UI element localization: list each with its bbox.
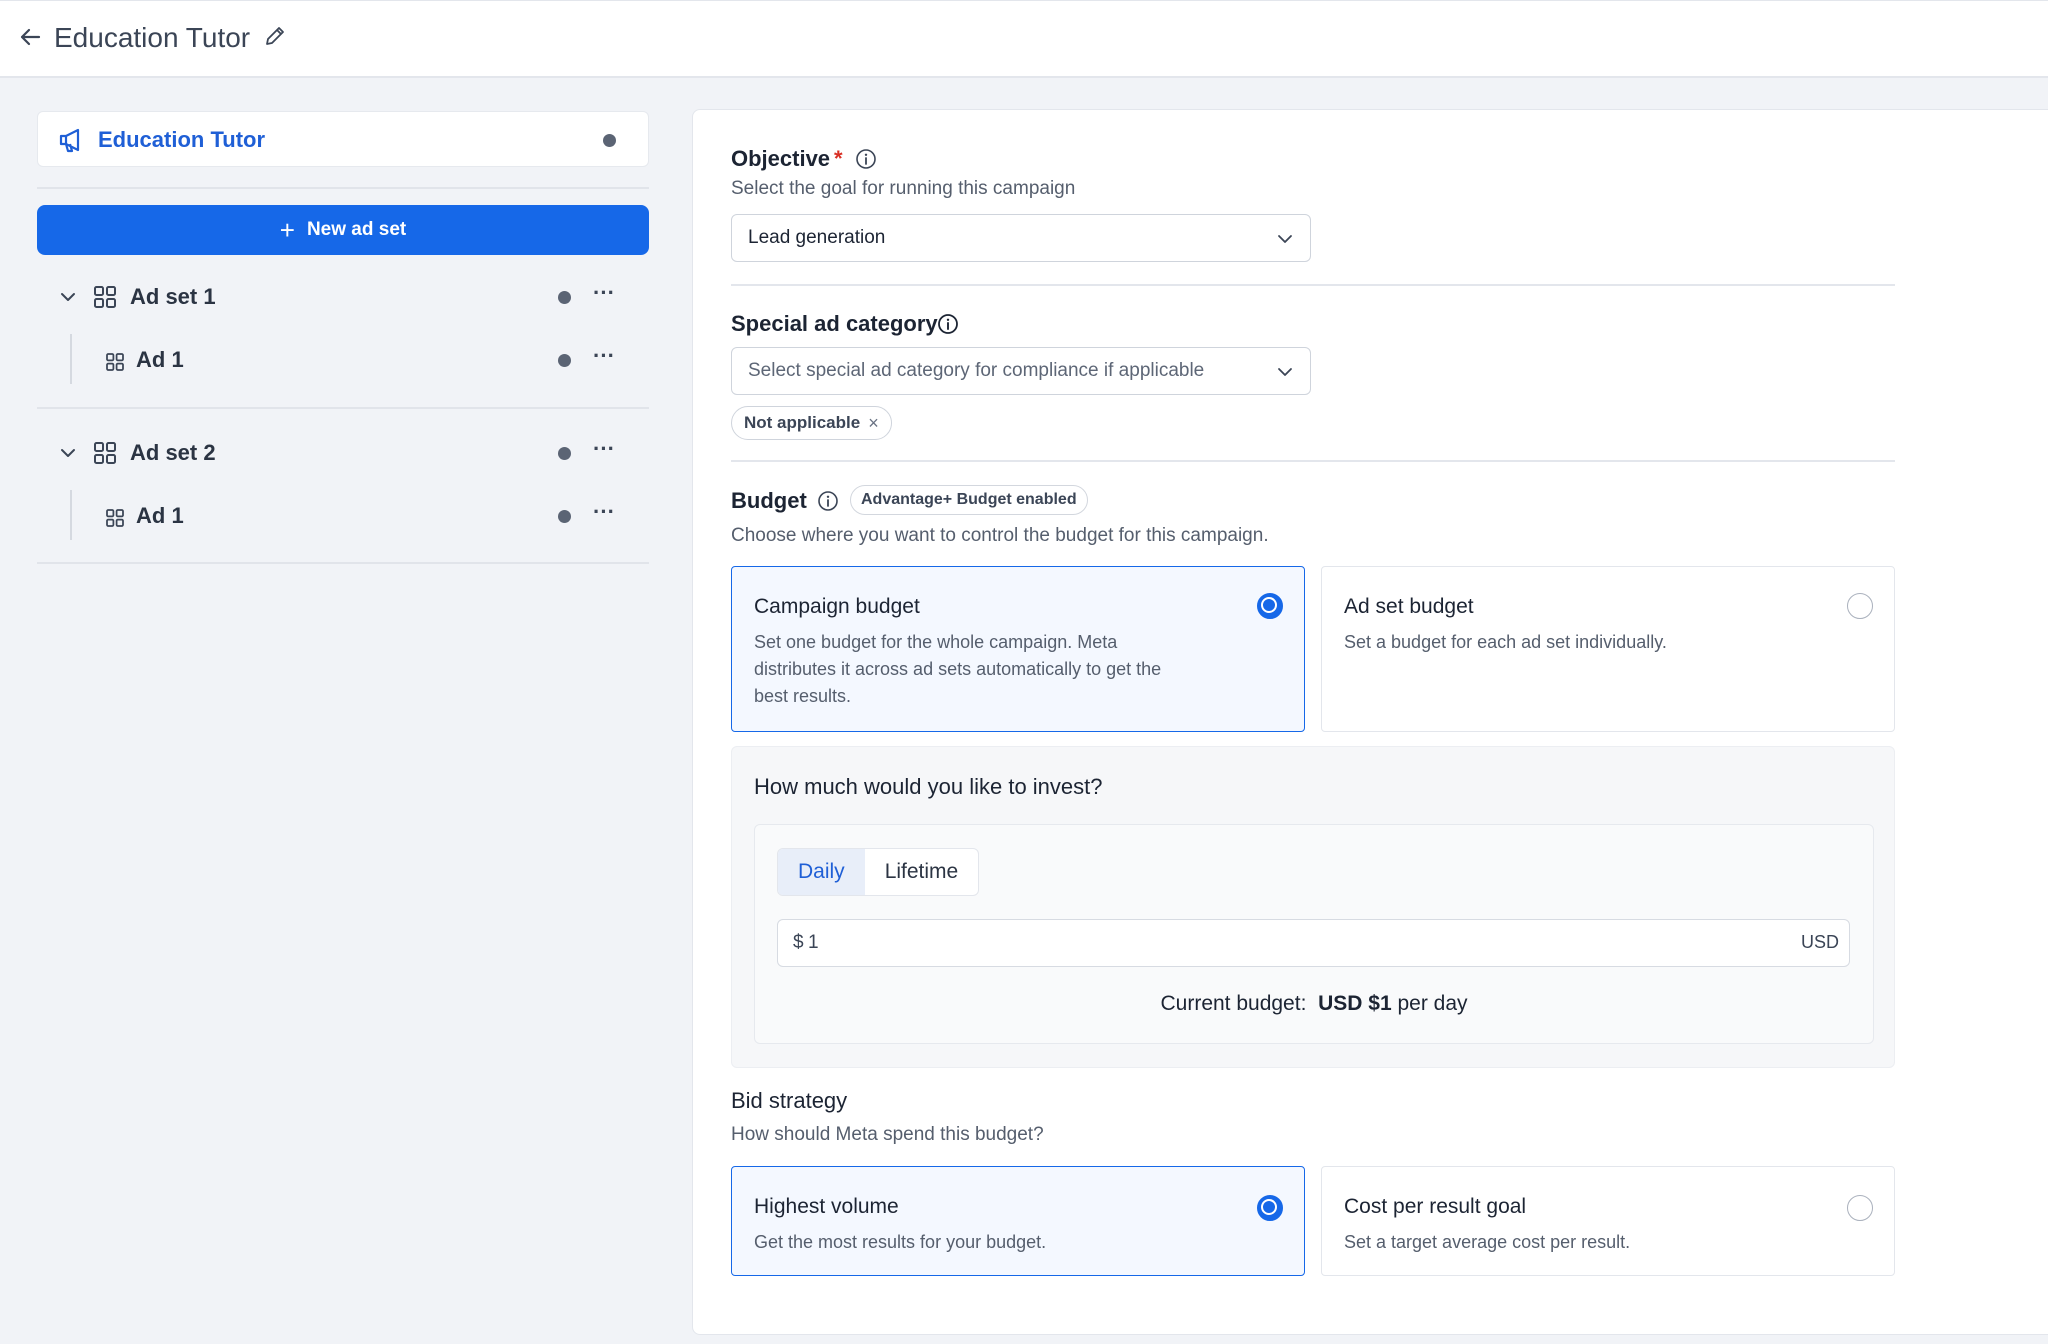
cost-per-result-option[interactable]: Cost per result goal Set a target averag…: [1321, 1166, 1895, 1276]
option-title: Highest volume: [754, 1195, 899, 1218]
ad-label: Ad 1: [136, 503, 184, 528]
status-dot: [558, 291, 571, 304]
objective-label-text: Objective: [731, 146, 831, 171]
page-title: Education Tutor: [54, 22, 251, 53]
arrow-left-icon[interactable]: [14, 21, 46, 53]
ad-set-label: Ad set 2: [130, 440, 216, 465]
campaign-item[interactable]: Education Tutor: [37, 111, 649, 167]
invest-question: How much would you like to invest?: [754, 774, 1103, 799]
status-dot: [558, 510, 571, 523]
advantage-budget-badge: Advantage+ Budget enabled: [850, 485, 1088, 515]
new-ad-set-label: New ad set: [306, 219, 407, 240]
chevron-down-icon[interactable]: [59, 444, 77, 462]
sidebar-item-ad-1[interactable]: Ad 1 ···: [37, 335, 649, 385]
campaign-name: Education Tutor: [98, 127, 266, 152]
bid-strategy-subtitle: How should Meta spend this budget?: [731, 1124, 1044, 1145]
divider: [37, 562, 649, 564]
option-title: Ad set budget: [1344, 595, 1474, 618]
radio-unselected[interactable]: [1847, 1195, 1873, 1221]
pencil-icon[interactable]: [262, 23, 288, 49]
required-mark: *: [834, 146, 843, 171]
special-category-placeholder: Select special ad category for complianc…: [748, 360, 1205, 381]
current-budget-text: Current budget: USD $1 per day: [754, 992, 1874, 1016]
info-icon[interactable]: [855, 148, 877, 170]
option-description: Set a target average cost per result.: [1344, 1232, 1631, 1252]
budget-subtitle: Choose where you want to control the bud…: [731, 525, 1269, 546]
info-icon[interactable]: [937, 313, 959, 335]
option-description: Set one budget for the whole campaign. M…: [754, 632, 1118, 652]
currency-unit: USD: [1800, 932, 1839, 952]
current-budget-suffix: per day: [1397, 992, 1468, 1015]
option-description: best results.: [754, 686, 852, 706]
chevron-down-icon: [1276, 230, 1294, 248]
divider: [37, 407, 649, 409]
divider: [37, 187, 649, 189]
status-dot: [558, 354, 571, 367]
objective-value: Lead generation: [748, 227, 886, 248]
chip-label: Not applicable: [744, 413, 861, 432]
grid-icon: [105, 508, 124, 527]
bid-strategy-label: Bid strategy: [731, 1088, 848, 1113]
plus-icon: +: [279, 215, 295, 245]
ad-set-budget-option[interactable]: Ad set budget Set a budget for each ad s…: [1321, 566, 1895, 732]
option-description: distributes it across ad sets automatica…: [754, 659, 1162, 679]
budget-amount-input[interactable]: $ 1 USD: [777, 919, 1850, 967]
divider: [731, 284, 1895, 286]
current-budget-prefix: Current budget:: [1160, 992, 1307, 1015]
more-options-button[interactable]: ···: [590, 282, 618, 310]
highest-volume-option[interactable]: Highest volume Get the most results for …: [731, 1166, 1305, 1276]
radio-selected[interactable]: [1257, 593, 1283, 619]
radio-unselected[interactable]: [1847, 593, 1873, 619]
currency-symbol: $: [793, 932, 804, 953]
option-description: Get the most results for your budget.: [754, 1232, 1047, 1252]
grid-icon: [93, 441, 117, 465]
current-budget-value: USD $1: [1318, 992, 1392, 1015]
radio-selected[interactable]: [1257, 1195, 1283, 1221]
option-title: Cost per result goal: [1344, 1195, 1527, 1218]
ad-label: Ad 1: [136, 347, 184, 372]
top-bar: Education Tutor: [0, 0, 2048, 78]
grid-icon: [105, 352, 124, 371]
status-dot: [603, 134, 616, 147]
sidebar-item-ad-set-2[interactable]: Ad set 2 ···: [37, 428, 649, 478]
sidebar-item-ad-set-1[interactable]: Ad set 1 ···: [37, 272, 649, 322]
status-dot: [558, 447, 571, 460]
budget-period-toggle: Daily Lifetime: [777, 848, 980, 896]
tab-lifetime[interactable]: Lifetime: [865, 849, 979, 895]
close-icon[interactable]: ×: [868, 413, 879, 434]
chevron-down-icon[interactable]: [59, 288, 77, 306]
amount-value: 1: [808, 932, 819, 953]
more-options-button[interactable]: ···: [590, 501, 618, 529]
special-category-select[interactable]: Select special ad category for complianc…: [731, 347, 1311, 395]
objective-label: Objective *: [731, 145, 843, 173]
ad-set-label: Ad set 1: [130, 284, 216, 309]
campaign-budget-option[interactable]: Campaign budget Set one budget for the w…: [731, 566, 1305, 732]
not-applicable-chip: Not applicable ×: [731, 406, 892, 440]
objective-select[interactable]: Lead generation: [731, 214, 1311, 262]
budget-label: Budget: [731, 488, 807, 513]
grid-icon: [93, 285, 117, 309]
info-icon[interactable]: [817, 490, 839, 512]
option-title: Campaign budget: [754, 595, 920, 618]
special-category-label: Special ad category: [731, 311, 938, 336]
tab-daily[interactable]: Daily: [778, 849, 865, 895]
option-description: Set a budget for each ad set individuall…: [1344, 632, 1667, 652]
chevron-down-icon: [1276, 363, 1294, 381]
more-options-button[interactable]: ···: [590, 438, 618, 466]
more-options-button[interactable]: ···: [590, 345, 618, 373]
objective-subtitle: Select the goal for running this campaig…: [731, 178, 1076, 199]
megaphone-icon: [58, 127, 86, 153]
sidebar-item-ad-1[interactable]: Ad 1 ···: [37, 491, 649, 541]
divider: [731, 460, 1895, 462]
new-ad-set-button[interactable]: + New ad set: [37, 205, 649, 255]
